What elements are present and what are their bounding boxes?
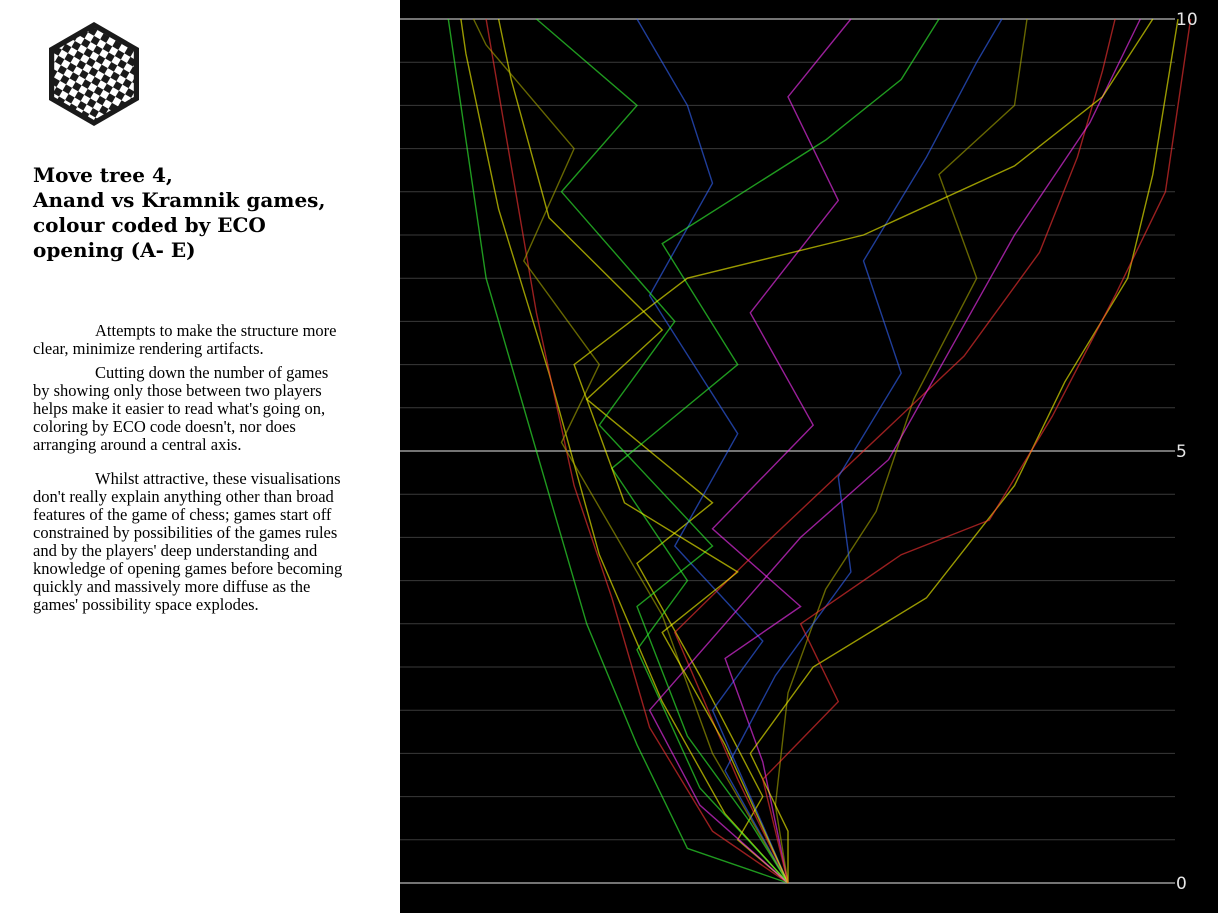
y-tick-label: 10 bbox=[1176, 10, 1198, 30]
title-line: Move tree 4, bbox=[33, 163, 173, 187]
paragraph: Cutting down the number of games by show… bbox=[33, 363, 329, 454]
page-title: Move tree 4, Anand vs Kramnik games, col… bbox=[33, 163, 363, 263]
move-tree-chart: 0 5 10 bbox=[400, 0, 1218, 913]
description-panel: Move tree 4, Anand vs Kramnik games, col… bbox=[0, 0, 400, 913]
paragraph: Whilst attractive, these visualisations … bbox=[33, 469, 343, 614]
title-line: Anand vs Kramnik games, bbox=[33, 188, 326, 212]
title-line: colour coded by ECO bbox=[33, 213, 266, 237]
paragraph: Attempts to make the structure more clea… bbox=[33, 321, 337, 358]
chessboard-hexagon-logo bbox=[49, 22, 139, 126]
y-tick-label: 0 bbox=[1176, 874, 1187, 894]
title-line: opening (A- E) bbox=[33, 238, 196, 262]
y-axis-ticks: 0 5 10 bbox=[1176, 10, 1198, 894]
move-tree-svg: 0 5 10 bbox=[400, 10, 1198, 894]
y-tick-label: 5 bbox=[1176, 442, 1187, 462]
body-text: Attempts to make the structure more clea… bbox=[33, 322, 343, 620]
